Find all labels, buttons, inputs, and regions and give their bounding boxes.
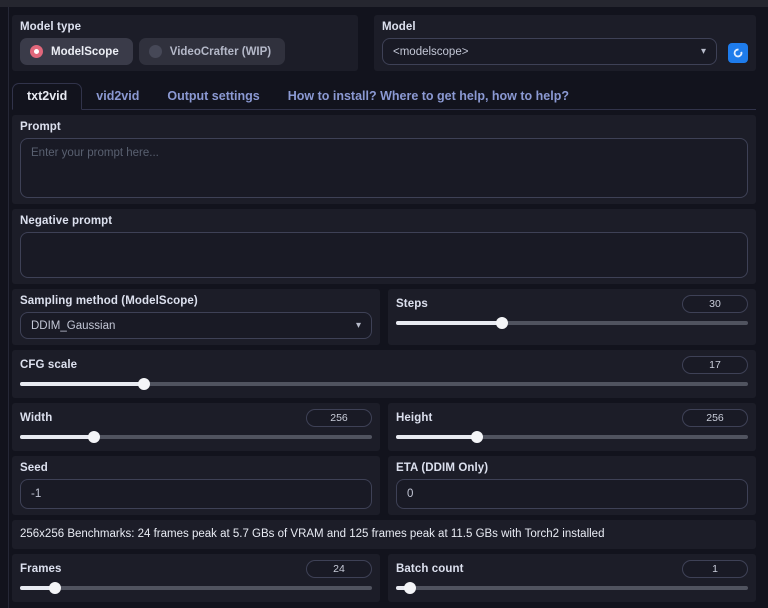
slider-handle[interactable] bbox=[138, 378, 150, 390]
cfg-scale-block: CFG scale 17 bbox=[12, 350, 756, 398]
steps-label: Steps bbox=[396, 298, 428, 310]
batch-count-slider[interactable] bbox=[396, 582, 748, 594]
width-block: Width 256 bbox=[12, 403, 380, 451]
radio-videocrafter[interactable]: VideoCrafter (WIP) bbox=[139, 38, 285, 65]
model-row: <modelscope> ▾ bbox=[382, 38, 748, 65]
app-container: Model type ModelScope VideoCrafter (WIP)… bbox=[0, 7, 768, 602]
slider-fill bbox=[396, 435, 477, 439]
slider-fill bbox=[20, 435, 94, 439]
height-value-input[interactable]: 256 bbox=[682, 409, 748, 427]
radio-selected-icon bbox=[30, 45, 43, 58]
seed-label: Seed bbox=[20, 462, 372, 474]
steps-block: Steps 30 bbox=[388, 289, 756, 345]
refresh-icon bbox=[732, 47, 744, 59]
eta-input[interactable] bbox=[396, 479, 748, 509]
height-label: Height bbox=[396, 412, 432, 424]
model-type-panel: Model type ModelScope VideoCrafter (WIP) bbox=[12, 15, 358, 71]
steps-slider[interactable] bbox=[396, 317, 748, 329]
refresh-models-button[interactable] bbox=[728, 43, 748, 63]
benchmark-note-text: 256x256 Benchmarks: 24 frames peak at 5.… bbox=[20, 526, 748, 543]
tab-help[interactable]: How to install? Where to get help, how t… bbox=[274, 84, 583, 109]
frames-batch-row: Frames 24 Batch count 1 bbox=[12, 554, 756, 602]
sampling-method-label: Sampling method (ModelScope) bbox=[20, 295, 372, 307]
cfg-scale-value-input[interactable]: 17 bbox=[682, 356, 748, 374]
frames-value-input[interactable]: 24 bbox=[306, 560, 372, 578]
width-value-input[interactable]: 256 bbox=[306, 409, 372, 427]
seed-block: Seed bbox=[12, 456, 380, 515]
window-top-strip bbox=[0, 0, 768, 7]
radio-videocrafter-label: VideoCrafter (WIP) bbox=[170, 46, 271, 58]
radio-modelscope-label: ModelScope bbox=[51, 46, 119, 58]
width-slider[interactable] bbox=[20, 431, 372, 443]
seed-eta-row: Seed ETA (DDIM Only) bbox=[12, 456, 756, 515]
negative-prompt-label: Negative prompt bbox=[20, 215, 748, 227]
batch-count-label: Batch count bbox=[396, 563, 464, 575]
slider-handle[interactable] bbox=[471, 431, 483, 443]
tab-vid2vid[interactable]: vid2vid bbox=[82, 84, 153, 109]
slider-handle[interactable] bbox=[404, 582, 416, 594]
frames-label: Frames bbox=[20, 563, 62, 575]
slider-handle[interactable] bbox=[49, 582, 61, 594]
model-panel: Model <modelscope> ▾ bbox=[374, 15, 756, 71]
sampling-steps-row: Sampling method (ModelScope) DDIM_Gaussi… bbox=[12, 289, 756, 345]
sampling-method-block: Sampling method (ModelScope) DDIM_Gaussi… bbox=[12, 289, 380, 345]
frames-block: Frames 24 bbox=[12, 554, 380, 602]
chevron-down-icon: ▾ bbox=[701, 46, 706, 57]
slider-track bbox=[20, 586, 372, 590]
width-label: Width bbox=[20, 412, 52, 424]
slider-fill bbox=[396, 321, 502, 325]
model-type-label: Model type bbox=[20, 21, 350, 33]
model-label: Model bbox=[382, 21, 748, 33]
tab-bar: txt2vid vid2vid Output settings How to i… bbox=[12, 83, 756, 110]
eta-label: ETA (DDIM Only) bbox=[396, 462, 748, 474]
cfg-scale-slider[interactable] bbox=[20, 378, 748, 390]
cfg-scale-label: CFG scale bbox=[20, 359, 77, 371]
txt2vid-tab-content: Prompt Negative prompt Sampling method (… bbox=[12, 115, 756, 602]
radio-unselected-icon bbox=[149, 45, 162, 58]
radio-modelscope[interactable]: ModelScope bbox=[20, 38, 133, 65]
width-height-row: Width 256 Height 256 bbox=[12, 403, 756, 451]
height-slider[interactable] bbox=[396, 431, 748, 443]
prompt-block: Prompt bbox=[12, 115, 756, 204]
model-type-radio-group: ModelScope VideoCrafter (WIP) bbox=[20, 38, 350, 65]
tab-txt2vid[interactable]: txt2vid bbox=[12, 83, 82, 110]
chevron-down-icon: ▾ bbox=[356, 320, 361, 331]
page-left-border bbox=[8, 7, 9, 608]
model-dropdown[interactable]: <modelscope> ▾ bbox=[382, 38, 717, 65]
negative-prompt-block: Negative prompt bbox=[12, 209, 756, 284]
prompt-label: Prompt bbox=[20, 121, 748, 133]
height-block: Height 256 bbox=[388, 403, 756, 451]
tab-output-settings[interactable]: Output settings bbox=[153, 84, 273, 109]
seed-input[interactable] bbox=[20, 479, 372, 509]
slider-fill bbox=[20, 382, 144, 386]
negative-prompt-input[interactable] bbox=[20, 232, 748, 278]
sampling-method-value: DDIM_Gaussian bbox=[31, 320, 115, 332]
batch-count-value-input[interactable]: 1 bbox=[682, 560, 748, 578]
steps-value-input[interactable]: 30 bbox=[682, 295, 748, 313]
slider-handle[interactable] bbox=[496, 317, 508, 329]
slider-handle[interactable] bbox=[88, 431, 100, 443]
prompt-input[interactable] bbox=[20, 138, 748, 198]
batch-count-block: Batch count 1 bbox=[388, 554, 756, 602]
model-dropdown-value: <modelscope> bbox=[393, 46, 468, 58]
frames-slider[interactable] bbox=[20, 582, 372, 594]
header-row: Model type ModelScope VideoCrafter (WIP)… bbox=[12, 15, 756, 71]
sampling-method-dropdown[interactable]: DDIM_Gaussian ▾ bbox=[20, 312, 372, 339]
eta-block: ETA (DDIM Only) bbox=[388, 456, 756, 515]
benchmark-note-block: 256x256 Benchmarks: 24 frames peak at 5.… bbox=[12, 520, 756, 549]
slider-track bbox=[396, 586, 748, 590]
